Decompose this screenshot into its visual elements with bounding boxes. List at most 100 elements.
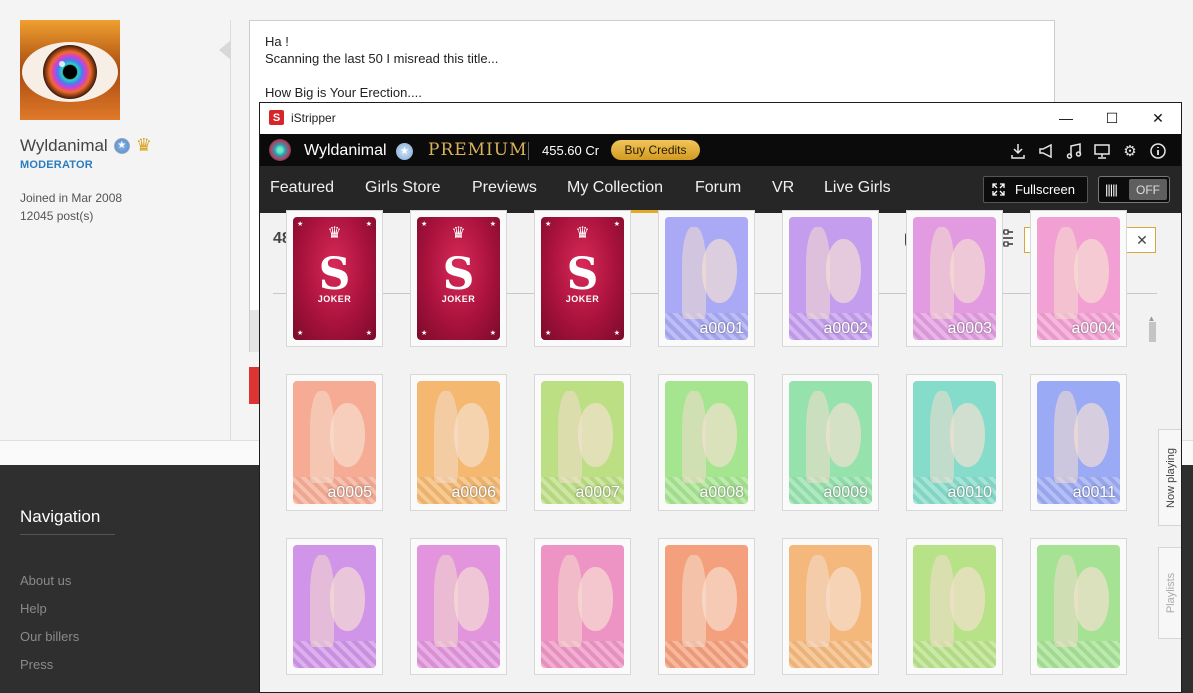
star-icon: ★ [297,330,304,337]
menu-vr[interactable]: VR [772,179,794,197]
menu-my-collection[interactable]: My Collection [567,179,663,197]
poster-role: MODERATOR [20,159,93,171]
model-card-face: a0011 [1037,381,1120,504]
announce-icon[interactable] [1036,141,1056,161]
footer-link-billers[interactable]: Our billers [20,629,79,644]
user-avatar-small[interactable] [269,139,291,161]
joker-card-face: ★ ★ ★ ★ ♛ S JOKER [417,217,500,340]
post-divider [230,20,231,440]
fullscreen-label: Fullscreen [1015,182,1075,197]
card-grid: ★ ★ ★ ★ ♛ S JOKER ★ ★ ★ ★ ♛ S JOKER ★ ★ ★ ★ ♛ S JOKER a0001 a0… [286,210,1146,692]
card-wash [417,545,500,668]
collection-card[interactable] [658,538,755,675]
footer-link-about[interactable]: About us [20,573,71,588]
jester-hat-icon: ♛ [575,225,590,242]
collection-card[interactable]: ★ ★ ★ ★ ♛ S JOKER [410,210,507,347]
menu-girls-store[interactable]: Girls Store [365,179,441,197]
card-code: a0009 [823,484,869,501]
menu-previews[interactable]: Previews [472,179,537,197]
maximize-button[interactable]: ☐ [1089,103,1135,133]
fullscreen-button[interactable]: Fullscreen [983,176,1088,203]
card-code: a0006 [451,484,497,501]
clear-search-icon[interactable]: ✕ [1133,231,1151,249]
menu-live-girls[interactable]: Live Girls [824,179,891,197]
collection-card[interactable]: a0003 [906,210,1003,347]
jester-hat-icon: ♛ [327,225,342,242]
card-code: a0002 [823,320,869,337]
userbar-separator [528,142,529,160]
model-card-face: a0008 [665,381,748,504]
menu-featured[interactable]: Featured [270,179,334,197]
info-icon[interactable] [1148,141,1168,161]
jester-hat-icon: ♛ [451,225,466,242]
music-icon[interactable] [1064,141,1084,161]
collection-card[interactable]: a0004 [1030,210,1127,347]
minimize-button[interactable]: — [1043,103,1089,133]
star-icon: ★ [545,330,552,337]
collection-card[interactable]: a0009 [782,374,879,511]
display-toggle[interactable]: ||||| OFF [1098,176,1170,203]
model-card-face [417,545,500,668]
crown-icon: ♛ [135,135,152,155]
collection-card[interactable] [286,538,383,675]
user-avatar[interactable] [20,20,120,120]
footer-link-press[interactable]: Press [20,657,53,672]
bars-icon: ||||| [1105,182,1118,197]
premium-star-icon: ★ [396,143,413,160]
scrollbar-thumb[interactable] [1149,322,1156,342]
istripper-window: S iStripper — ☐ ✕ Wyldanimal ★ PREMIUM 4… [259,102,1182,693]
poster-name-text[interactable]: Wyldanimal [20,136,108,156]
collection-card[interactable] [534,538,631,675]
model-card-face: a0004 [1037,217,1120,340]
collection-card[interactable]: a0007 [534,374,631,511]
card-wash [1037,545,1120,668]
tab-now-playing-label: Now playing [1164,447,1177,508]
user-name[interactable]: Wyldanimal [304,142,387,160]
card-wash [789,545,872,668]
card-code: a0007 [575,484,621,501]
post-pointer [219,40,231,60]
menu-forum[interactable]: Forum [695,179,741,197]
gear-icon[interactable]: ⚙ [1120,141,1140,161]
star-icon: ★ [365,330,372,337]
user-bar: Wyldanimal ★ PREMIUM 455.60 Cr Buy Credi… [260,134,1181,166]
scroll-up-arrow[interactable]: ▲ [1147,314,1156,323]
collection-card[interactable]: a0002 [782,210,879,347]
collection-card[interactable]: ★ ★ ★ ★ ♛ S JOKER [286,210,383,347]
collection-card[interactable]: a0005 [286,374,383,511]
buy-credits-button[interactable]: Buy Credits [611,140,700,160]
window-titlebar[interactable]: S iStripper — ☐ ✕ [260,103,1181,133]
collection-card[interactable]: a0010 [906,374,1003,511]
collection-card[interactable] [782,538,879,675]
close-button[interactable]: ✕ [1135,103,1181,133]
model-card-face: a0001 [665,217,748,340]
model-card-face: a0003 [913,217,996,340]
collection-card[interactable]: a0008 [658,374,755,511]
card-wash [913,545,996,668]
card-code: a0011 [1072,484,1116,501]
model-card-face [665,545,748,668]
tab-playlists[interactable]: Playlists [1158,547,1181,639]
star-icon: ★ [421,330,428,337]
istripper-logo-icon: S [269,110,284,125]
tab-now-playing[interactable]: Now playing [1158,429,1181,526]
collection-card[interactable]: a0011 [1030,374,1127,511]
model-card-face [1037,545,1120,668]
star-icon: ★ [489,330,496,337]
footer-nav-title: Navigation [20,507,101,526]
download-icon[interactable] [1008,141,1028,161]
footer-link-help[interactable]: Help [20,601,47,616]
collection-card[interactable]: ★ ★ ★ ★ ♛ S JOKER [534,210,631,347]
collection-card[interactable]: a0001 [658,210,755,347]
card-wash [541,545,624,668]
collection-card[interactable] [1030,538,1127,675]
monitor-icon[interactable] [1092,141,1112,161]
card-code: a0005 [327,484,373,501]
fullscreen-icon [992,183,1005,196]
collection-card[interactable] [410,538,507,675]
card-code: a0003 [947,320,993,337]
poster-username[interactable]: Wyldanimal ★ ♛ [20,135,152,156]
collection-card[interactable] [906,538,1003,675]
model-card-face: a0009 [789,381,872,504]
collection-card[interactable]: a0006 [410,374,507,511]
